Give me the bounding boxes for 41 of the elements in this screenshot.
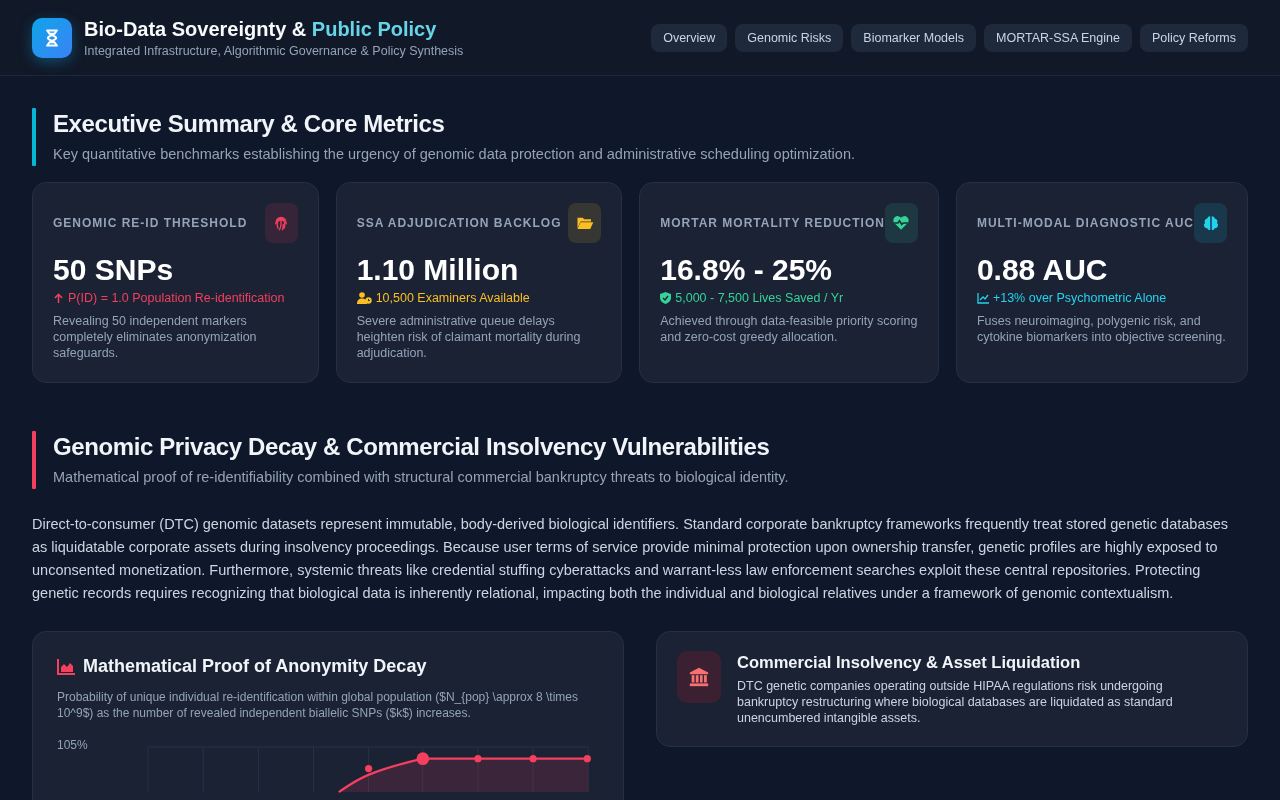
metric-label: MULTI-MODAL DIAGNOSTIC AUC	[976, 216, 1194, 230]
nav-tab[interactable]: Biomarker Models	[851, 23, 977, 52]
metric-highlight: 10,500 Examiners Available	[375, 291, 530, 305]
section-title: Genomic Privacy Decay & Commercial Insolvency Vulnerabilities	[53, 432, 771, 461]
section-description: Key quantitative benchmarks establishing the urgency of genomic data protection and administrative scheduling optimization.	[53, 146, 855, 162]
body-paragraph: Direct-to-consumer (DTC) genomic datasets represent immutable, body-derived biological identifiers. Standard corporate bankruptcy frameworks frequently treat stored genetic databases as liquidatable corporate assets during insolvency proceedings. Because user terms of service provide minimal protection upon ownership transfer, genetic profiles are highly exposed to unconsented monetization. Furthermore, systemic threats like credential stuffing cyberattacks and warrant-less law enforcement searches exploit these central repositories. Protecting genetic records requires recognizing that biological data is inherently relational, impacting both the individual and biological relatives under a framework of genomic contextualism.	[32, 515, 1229, 603]
metric-description: Achieved through data-feasible priority scoring and zero-cost greedy allocation.	[660, 313, 918, 345]
line-chart-icon	[976, 292, 989, 304]
metric-value: 50 SNPs	[53, 253, 175, 287]
metric-label: SSA ADJUDICATION BACKLOG	[356, 216, 562, 230]
app-subtitle: Integrated Infrastructure, Algorithmic Governance & Policy Synthesis	[84, 43, 464, 58]
section-description: Mathematical proof of re-identifiability combined with structural commercial bankruptcy threats to biological identity.	[53, 469, 789, 485]
metric-highlight: 5,000 - 7,500 Lives Saved / Yr	[675, 291, 844, 305]
arrow-up-icon	[53, 292, 64, 304]
dna-logo-icon	[32, 17, 72, 58]
app-title: Bio-Data Sovereignty &	[84, 17, 307, 40]
app-title-highlight: Public Policy	[311, 17, 437, 40]
nav-tab[interactable]: Overview	[651, 23, 728, 52]
metric-value: 0.88 AUC	[976, 253, 1109, 287]
metric-description: Severe administrative queue delays heighten risk of claimant mortality during adjudication.	[356, 313, 582, 361]
metric-label: GENOMIC RE-ID THRESHOLD	[53, 216, 248, 230]
info-card-description: DTC genetic companies operating outside HIPAA regulations risk undergoing bankruptcy restructuring where biological databases are liquidated as standard unencumbered intangible assets.	[737, 678, 1174, 726]
metric-highlight: +13% over Psychometric Alone	[992, 291, 1167, 305]
shield-check-icon	[660, 292, 672, 304]
metric-description: Revealing 50 independent markers completely eliminates anonymization safeguards.	[53, 313, 258, 361]
metric-highlight: P(ID) = 1.0 Population Re-identification	[68, 291, 285, 305]
metric-label: MORTAR MORTALITY REDUCTION	[660, 216, 885, 230]
nav-tab[interactable]: MORTAR-SSA Engine	[984, 23, 1132, 52]
metric-value: 1.10 Million	[356, 253, 520, 287]
user-clock-icon	[356, 292, 372, 304]
chart-title: Mathematical Proof of Anonymity Decay	[83, 656, 427, 677]
nav-tab[interactable]: Genomic Risks	[735, 23, 844, 52]
info-card-title: Commercial Insolvency & Asset Liquidation	[737, 653, 1082, 672]
metric-value: 16.8% - 25%	[660, 253, 834, 287]
bank-icon	[688, 666, 710, 688]
metric-description: Fuses neuroimaging, polygenic risk, and cytokine biomarkers into objective screening.	[976, 313, 1227, 345]
chart-description: Probability of unique individual re-identification within global population ($N_{pop} \approx 8 \times 10^9$) as the number of revealed independent biallelic SNPs ($k$) increases.	[57, 689, 579, 721]
nav-tab[interactable]: Policy Reforms	[1139, 23, 1248, 52]
axis-tick-label: 105%	[57, 737, 89, 754]
section-title: Executive Summary & Core Metrics	[53, 109, 446, 138]
area-chart-icon	[57, 658, 75, 675]
